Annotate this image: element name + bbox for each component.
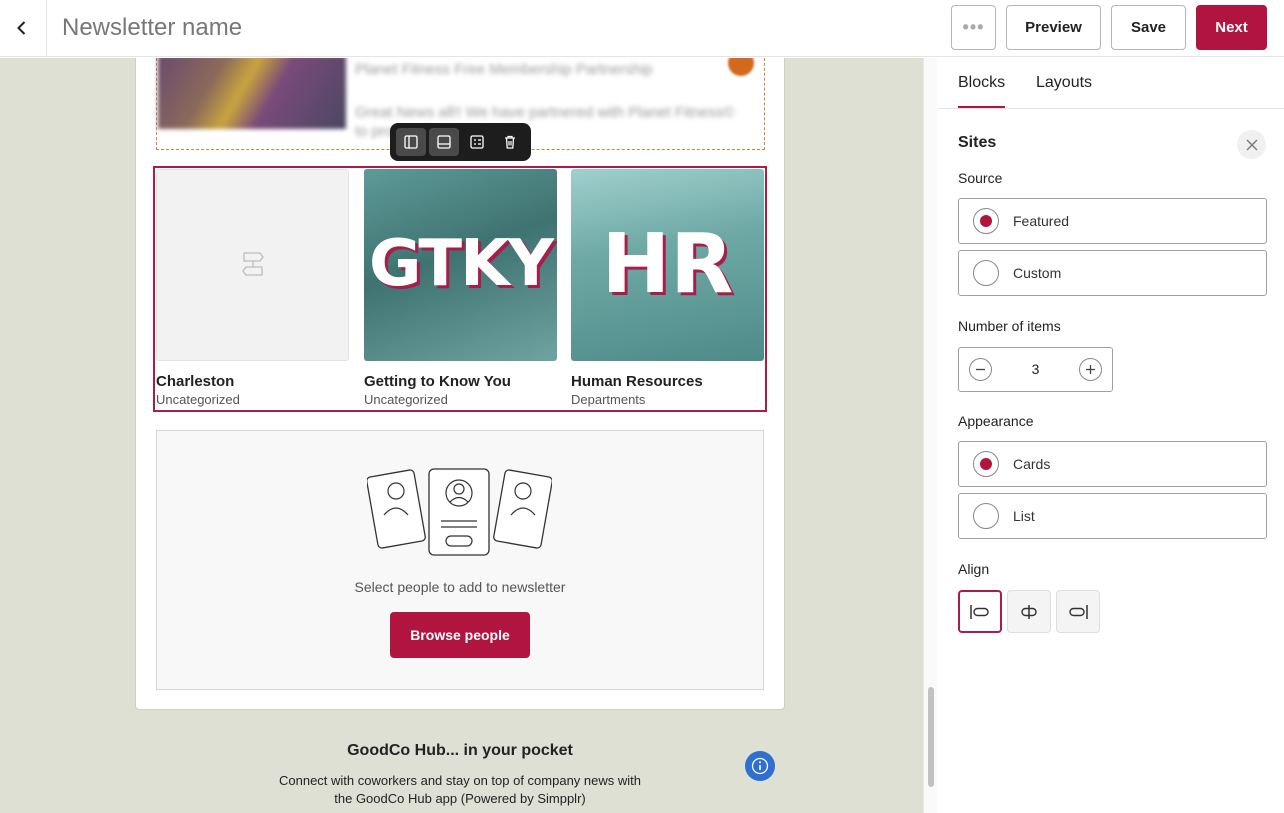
preview-button[interactable]: Preview (1006, 5, 1101, 50)
site-category: Uncategorized (364, 392, 448, 407)
browse-people-button[interactable]: Browse people (390, 612, 530, 658)
top-bar: Newsletter name ••• Preview Save Next (0, 0, 1284, 57)
layout-bottom-button[interactable] (429, 128, 459, 156)
chevron-left-icon (17, 21, 26, 35)
people-cards-illustration (367, 468, 552, 556)
tab-blocks[interactable]: Blocks (958, 74, 1006, 108)
items-stepper[interactable]: 3 (958, 347, 1113, 392)
site-image: HR (571, 169, 764, 361)
layout-bottom-icon (437, 135, 451, 149)
increment-button[interactable] (1079, 358, 1102, 381)
items-label: Number of items (958, 318, 1061, 334)
trash-icon (505, 135, 515, 149)
site-name: Getting to Know You (364, 373, 511, 390)
panel-tabs: Blocks Layouts (938, 58, 1284, 109)
radio-selected[interactable] (973, 451, 999, 477)
footer-line: the GoodCo Hub app (Powered by Simpplr) (334, 791, 586, 806)
appearance-cards-option[interactable]: Cards (958, 441, 1267, 487)
align-label: Align (958, 561, 990, 577)
footer-title: GoodCo Hub... in your pocket (347, 742, 573, 759)
tab-layouts[interactable]: Layouts (1036, 74, 1092, 92)
article-title: Planet Fitness Free Membership Partnersh… (355, 61, 653, 78)
divider (46, 0, 47, 57)
site-category: Departments (571, 392, 646, 407)
site-image-text: GTKY (369, 227, 554, 301)
site-name: Human Resources (571, 373, 703, 390)
layout-sidebar-button[interactable] (396, 128, 426, 156)
more-button[interactable]: ••• (951, 5, 996, 50)
people-prompt: Select people to add to newsletter (354, 579, 566, 595)
info-button[interactable] (745, 751, 775, 781)
appearance-label: Appearance (958, 413, 1034, 429)
info-icon (751, 757, 769, 775)
people-block[interactable]: Select people to add to newsletter Brows… (156, 430, 764, 690)
close-panel-button[interactable] (1237, 130, 1266, 159)
align-center-icon (1021, 604, 1037, 619)
appearance-list-option[interactable]: List (958, 493, 1267, 539)
layout-list-button[interactable] (462, 128, 492, 156)
delete-block-button[interactable] (495, 128, 525, 156)
footer-line: Connect with coworkers and stay on top o… (278, 773, 641, 788)
sites-block[interactable]: Charleston Uncategorized GTKY Getting to… (153, 166, 767, 412)
radio-selected[interactable] (973, 208, 999, 234)
source-label: Source (958, 170, 1003, 186)
settings-panel: Blocks Layouts Sites Source Featured Cus… (938, 58, 1284, 813)
footer-text: Connect with coworkers and stay on top o… (260, 772, 660, 808)
radio-unselected[interactable] (973, 260, 999, 286)
article-thumbnail (158, 58, 346, 129)
align-right-button[interactable] (1056, 590, 1100, 633)
plus-icon (1086, 365, 1095, 374)
panel-title: Sites (958, 134, 997, 151)
canvas-scrollbar[interactable] (923, 58, 937, 813)
option-label: Custom (1013, 265, 1062, 281)
align-left-button[interactable] (958, 590, 1002, 633)
newsletter-title[interactable]: Newsletter name (62, 14, 242, 42)
option-label: Featured (1013, 213, 1070, 229)
site-card[interactable]: Charleston Uncategorized (156, 169, 349, 407)
option-label: Cards (1013, 456, 1051, 472)
align-center-button[interactable] (1007, 590, 1051, 633)
site-card[interactable]: GTKY Getting to Know You Uncategorized (364, 169, 557, 407)
newsletter-canvas: Planet Fitness Free Membership Partnersh… (0, 58, 923, 813)
block-toolbar (390, 123, 531, 161)
align-right-icon (1069, 604, 1088, 619)
site-card[interactable]: HR Human Resources Departments (571, 169, 764, 407)
align-left-icon (970, 604, 989, 619)
radio-unselected[interactable] (973, 503, 999, 529)
layout-sidebar-icon (404, 135, 418, 149)
close-icon (1246, 139, 1257, 150)
site-image: GTKY (364, 169, 557, 361)
image-placeholder-icon (241, 252, 264, 276)
site-image-text: HR (601, 217, 734, 312)
option-label: List (1013, 508, 1035, 524)
site-category: Uncategorized (156, 392, 240, 407)
site-name: Charleston (156, 373, 235, 390)
save-button[interactable]: Save (1111, 5, 1186, 50)
site-image (156, 169, 349, 361)
back-button[interactable] (8, 14, 36, 42)
next-button[interactable]: Next (1196, 5, 1267, 50)
scrollbar-thumb[interactable] (928, 687, 934, 787)
layout-list-icon (470, 135, 484, 149)
source-featured-option[interactable]: Featured (958, 198, 1267, 244)
source-custom-option[interactable]: Custom (958, 250, 1267, 296)
